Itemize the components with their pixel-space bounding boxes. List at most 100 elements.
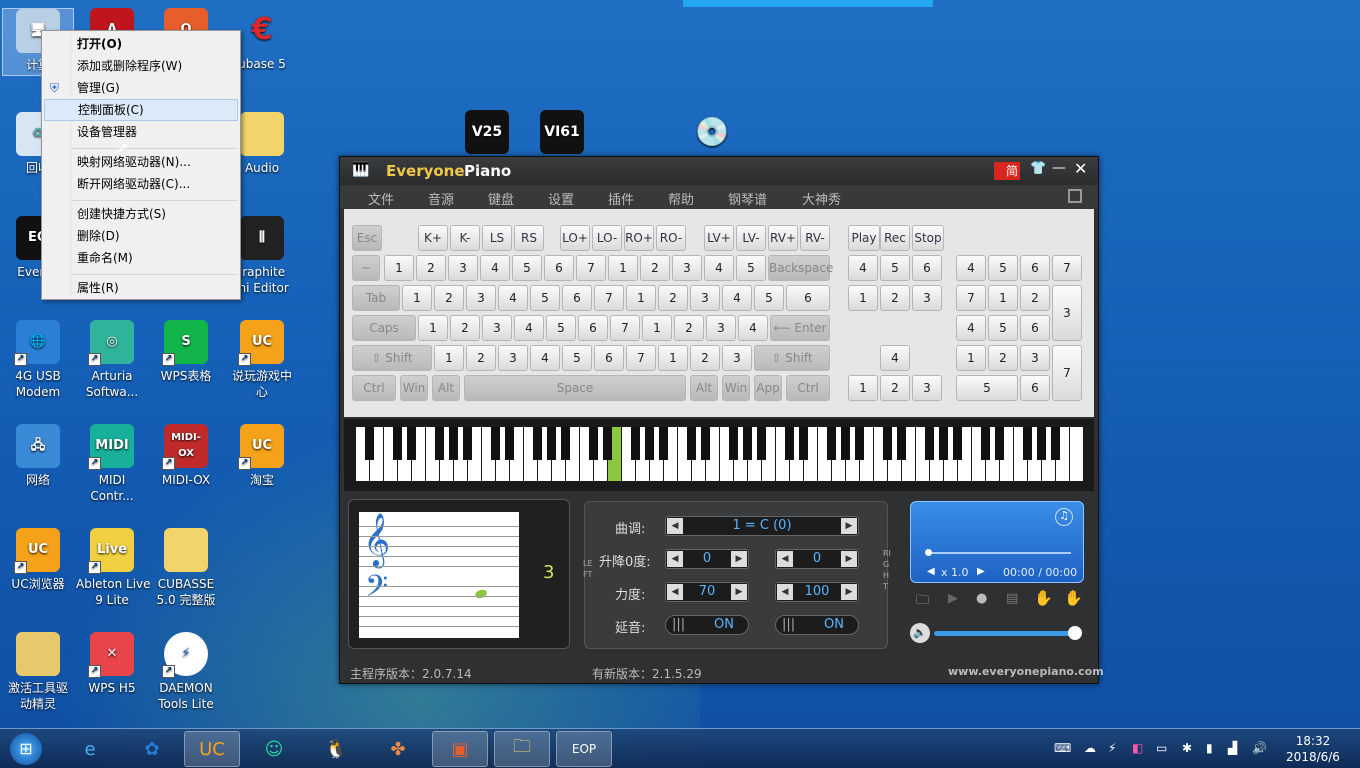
white-key[interactable] xyxy=(1070,427,1083,481)
key-nav[interactable]: 3 xyxy=(912,285,942,311)
transpose-left[interactable]: ◀ 0 ▶ xyxy=(665,549,749,569)
new-version-link[interactable]: 有新版本：2.1.5.29 xyxy=(592,665,702,682)
key-note[interactable]: 7 xyxy=(610,315,640,341)
left-hand-icon[interactable]: ✋ xyxy=(1034,589,1053,607)
black-key[interactable] xyxy=(659,427,668,460)
key-numpad[interactable]: 5 xyxy=(956,375,1018,401)
black-key[interactable] xyxy=(953,427,962,460)
black-key[interactable] xyxy=(491,427,500,460)
key-note[interactable]: 5 xyxy=(736,255,766,281)
play-icon[interactable]: ▶ xyxy=(948,591,958,606)
key-backspace[interactable]: Backspace xyxy=(768,255,833,281)
key-win[interactable]: Win xyxy=(722,375,750,401)
key-note[interactable]: 1 xyxy=(418,315,448,341)
black-key[interactable] xyxy=(687,427,696,460)
key-nav[interactable]: 3 xyxy=(912,375,942,401)
black-key[interactable] xyxy=(701,427,710,460)
black-key[interactable] xyxy=(505,427,514,460)
bluetooth-icon[interactable]: ✱ xyxy=(1182,741,1192,755)
key-caps[interactable]: Caps xyxy=(352,315,416,341)
key-note[interactable]: 2 xyxy=(690,345,720,371)
thunder-icon[interactable]: ⚡ xyxy=(1108,741,1116,755)
progress-thumb[interactable] xyxy=(925,549,932,556)
key-note[interactable]: 3 xyxy=(482,315,512,341)
key-note[interactable]: 7 xyxy=(626,345,656,371)
key-numpad[interactable]: 5 xyxy=(988,255,1018,281)
black-key[interactable] xyxy=(743,427,752,460)
speed-down-icon[interactable]: ◀ xyxy=(927,566,935,577)
menu-keyboard[interactable]: 键盘 xyxy=(488,189,514,208)
key-stop[interactable]: Stop xyxy=(912,225,944,251)
menu-item-properties[interactable]: 属性(R) xyxy=(44,277,238,299)
black-key[interactable] xyxy=(407,427,416,460)
key-numpad[interactable]: 3 xyxy=(1020,345,1050,371)
key-note[interactable]: 5 xyxy=(546,315,576,341)
key-note[interactable]: 2 xyxy=(450,315,480,341)
key-nav[interactable]: 4 xyxy=(848,255,878,281)
chat-app-icon[interactable]: ☺ xyxy=(246,731,302,767)
desktop-icon-4gusb[interactable]: 🌐 ↗ 4G USB Modem xyxy=(2,320,74,400)
menu-file[interactable]: 文件 xyxy=(368,189,394,208)
menu-plugins[interactable]: 插件 xyxy=(608,189,634,208)
desktop-icon-jihuo[interactable]: 激活工具驱 动精灵 xyxy=(2,632,74,712)
black-key[interactable] xyxy=(799,427,808,460)
black-key[interactable] xyxy=(897,427,906,460)
black-key[interactable] xyxy=(393,427,402,460)
menu-help[interactable]: 帮助 xyxy=(668,189,694,208)
black-key[interactable] xyxy=(589,427,598,460)
sustain-right-toggle[interactable]: ||| ON xyxy=(775,615,859,635)
black-key[interactable] xyxy=(785,427,794,460)
desktop-icon-shuowan[interactable]: UC ↗ 说玩游戏中 心 xyxy=(226,320,298,400)
key-esc[interactable]: Esc xyxy=(352,225,382,251)
key-numpad[interactable]: 6 xyxy=(1020,255,1050,281)
volume-slider[interactable] xyxy=(934,631,1074,636)
black-key[interactable] xyxy=(561,427,570,460)
desktop-icon-v25[interactable]: V25 xyxy=(451,110,523,158)
key-ro-[interactable]: RO- xyxy=(656,225,686,251)
sheet-icon[interactable]: ▤ xyxy=(1006,591,1018,606)
black-key[interactable] xyxy=(1037,427,1046,460)
black-key[interactable] xyxy=(883,427,892,460)
desktop-icon-installer[interactable]: 💿 xyxy=(676,110,748,158)
key-numpad[interactable]: 1 xyxy=(956,345,986,371)
desktop-icon-network[interactable]: 🖧 网络 xyxy=(2,424,74,488)
key-note[interactable]: 3 xyxy=(466,285,496,311)
menu-item-disconnect-drive[interactable]: 断开网络驱动器(C)... xyxy=(44,173,238,195)
key-nav[interactable]: 2 xyxy=(880,285,910,311)
key-nav[interactable]: 1 xyxy=(848,375,878,401)
keyboard-icon[interactable]: ⌨ xyxy=(1054,741,1071,755)
key-note[interactable]: 3 xyxy=(690,285,720,311)
website-link[interactable]: www.everyonepiano.com xyxy=(948,665,1104,678)
black-key[interactable] xyxy=(729,427,738,460)
black-key[interactable] xyxy=(645,427,654,460)
signal-icon[interactable]: ▟ xyxy=(1228,741,1237,755)
key-ctrl[interactable]: Ctrl xyxy=(352,375,396,401)
key-note[interactable]: 5 xyxy=(512,255,542,281)
key-note[interactable]: 6 xyxy=(562,285,592,311)
menu-item-map-drive[interactable]: 映射网络驱动器(N)... xyxy=(44,151,238,173)
menu-item-delete[interactable]: 删除(D) xyxy=(44,225,238,247)
key-note[interactable]: 2 xyxy=(434,285,464,311)
velocity-left[interactable]: ◀ 70 ▶ xyxy=(665,582,749,602)
black-key[interactable] xyxy=(631,427,640,460)
key-numpad[interactable]: 7 xyxy=(1052,255,1082,281)
key-note[interactable]: 1 xyxy=(384,255,414,281)
close-icon[interactable]: ✕ xyxy=(1074,159,1087,178)
menu-item-rename[interactable]: 重命名(M) xyxy=(44,247,238,269)
colorful-app-icon[interactable]: ✤ xyxy=(370,731,426,767)
key-note[interactable]: 4 xyxy=(530,345,560,371)
key-nav[interactable]: 5 xyxy=(880,255,910,281)
black-key[interactable] xyxy=(1051,427,1060,460)
key-note[interactable]: 3 xyxy=(706,315,736,341)
volume-thumb[interactable] xyxy=(1068,626,1082,640)
desktop-icon-arturia[interactable]: ◎ ↗ Arturia Softwa... xyxy=(76,320,148,400)
key-numpad[interactable]: 4 xyxy=(956,315,986,341)
desktop-icon-wps-sheet[interactable]: S ↗ WPS表格 xyxy=(150,320,222,384)
volume-tray-icon[interactable]: 🔊 xyxy=(1252,741,1267,755)
key-win[interactable]: Win xyxy=(400,375,428,401)
transpose-right[interactable]: ◀ 0 ▶ xyxy=(775,549,859,569)
menu-item-control-panel[interactable]: 控制面板(C) xyxy=(44,99,238,121)
black-key[interactable] xyxy=(995,427,1004,460)
black-key[interactable] xyxy=(1023,427,1032,460)
key-numpad-tall[interactable]: 3 xyxy=(1052,285,1082,341)
